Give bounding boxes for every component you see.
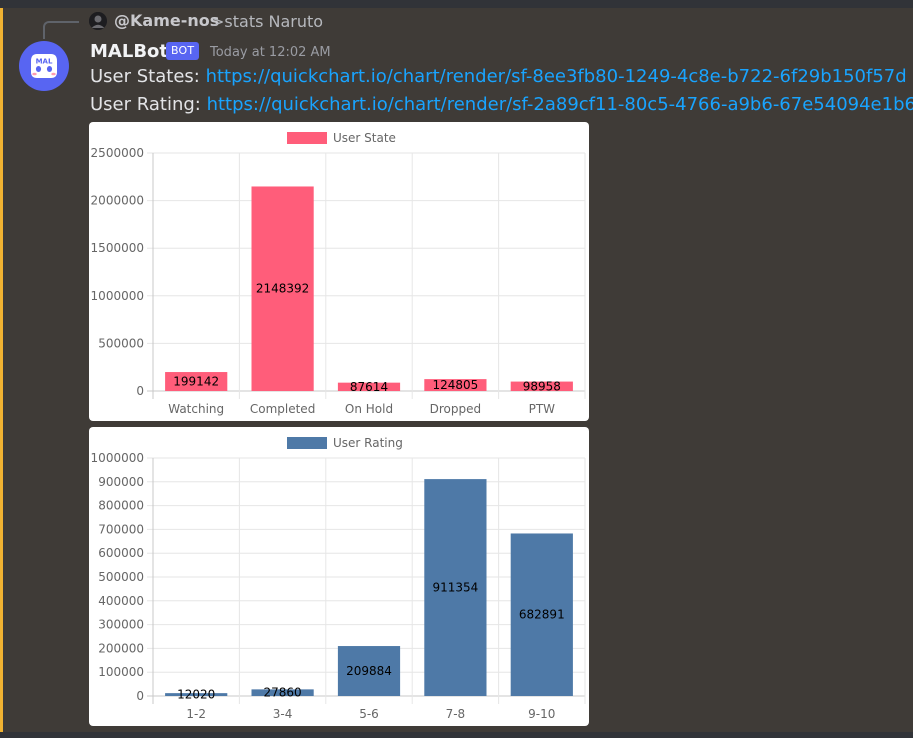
bot-username[interactable]: MALBot (90, 41, 168, 62)
bar-value-label: 2148392 (256, 282, 309, 296)
user-rating-link[interactable]: https://quickchart.io/chart/render/sf-2a… (207, 94, 913, 115)
y-tick-label: 2000000 (91, 194, 144, 208)
y-tick-label: 300000 (98, 618, 144, 632)
y-tick-label: 900000 (98, 475, 144, 489)
legend-label: User Rating (333, 436, 403, 450)
legend-swatch (287, 437, 327, 449)
reply-author-name[interactable]: @Kame-nos (114, 11, 219, 30)
discord-chat-view: @Kame-nos >stats Naruto MAL MALBot BOT T… (0, 0, 913, 738)
bar-value-label: 199142 (173, 375, 219, 389)
x-tick-label: Completed (250, 402, 315, 416)
user-states-label: User States: (90, 66, 206, 87)
y-tick-label: 0 (136, 689, 144, 703)
legend-swatch (287, 132, 327, 144)
user-state-chart: User State 0 500000 1000000 1500000 2000000 25… (91, 131, 586, 416)
reply-author-avatar[interactable] (89, 12, 107, 30)
x-tick-label: 3-4 (273, 707, 293, 721)
y-tick-label: 500000 (98, 336, 144, 350)
y-tick-label: 1500000 (91, 241, 144, 255)
top-divider (0, 0, 913, 8)
x-tick-label: 9-10 (528, 707, 555, 721)
x-tick-label: 7-8 (446, 707, 466, 721)
y-tick-label: 1000000 (91, 289, 144, 303)
bot-avatar[interactable]: MAL (19, 41, 69, 91)
avatar-label: MAL (36, 58, 53, 66)
user-rating-label: User Rating: (90, 94, 207, 115)
user-states-line: User States: https://quickchart.io/chart… (90, 66, 907, 87)
bot-badge: BOT (166, 42, 200, 60)
user-rating-chart-embed[interactable]: User Rating 0 100000 200000 300000 400000 5000… (89, 427, 589, 726)
x-tick-label: PTW (529, 402, 556, 416)
y-tick-label: 600000 (98, 546, 144, 560)
message-timestamp[interactable]: Today at 12:02 AM (210, 45, 331, 60)
bar-value-label: 124805 (432, 378, 478, 392)
bottom-divider (0, 732, 913, 738)
y-tick-label: 1000000 (91, 451, 144, 465)
legend-label: User State (333, 131, 396, 145)
x-tick-label: Watching (168, 402, 224, 416)
y-tick-label: 500000 (98, 570, 144, 584)
bar-value-label: 87614 (350, 380, 388, 394)
x-tick-label: 1-2 (186, 707, 206, 721)
x-tick-label: On Hold (345, 402, 393, 416)
reply-avatar-image (89, 12, 107, 30)
bar-value-label: 682891 (519, 608, 565, 622)
user-states-link[interactable]: https://quickchart.io/chart/render/sf-8e… (206, 66, 907, 87)
bar-value-label: 209884 (346, 664, 392, 678)
x-tick-label: Dropped (430, 402, 482, 416)
y-tick-label: 200000 (98, 641, 144, 655)
y-tick-label: 2500000 (91, 146, 144, 160)
user-rating-line: User Rating: https://quickchart.io/chart… (90, 94, 913, 115)
x-tick-label: 5-6 (359, 707, 379, 721)
user-state-chart-embed[interactable]: User State 0 500000 1000000 1500000 2000000 25… (89, 122, 589, 421)
bar-value-label: 98958 (523, 379, 561, 393)
user-rating-chart: User Rating 0 100000 200000 300000 400000 5000… (91, 436, 586, 721)
reply-message-preview[interactable]: >stats Naruto (211, 12, 323, 31)
y-tick-label: 800000 (98, 499, 144, 513)
bar-value-label: 27860 (264, 686, 302, 700)
y-tick-label: 0 (136, 384, 144, 398)
mention-highlight-bar (0, 8, 3, 732)
bar-value-label: 12020 (177, 688, 215, 702)
reply-connector (43, 21, 79, 39)
y-tick-label: 400000 (98, 594, 144, 608)
y-tick-label: 700000 (98, 522, 144, 536)
bar-value-label: 911354 (432, 581, 478, 595)
y-tick-label: 100000 (98, 665, 144, 679)
discord-mal-avatar-icon: MAL (19, 41, 69, 91)
